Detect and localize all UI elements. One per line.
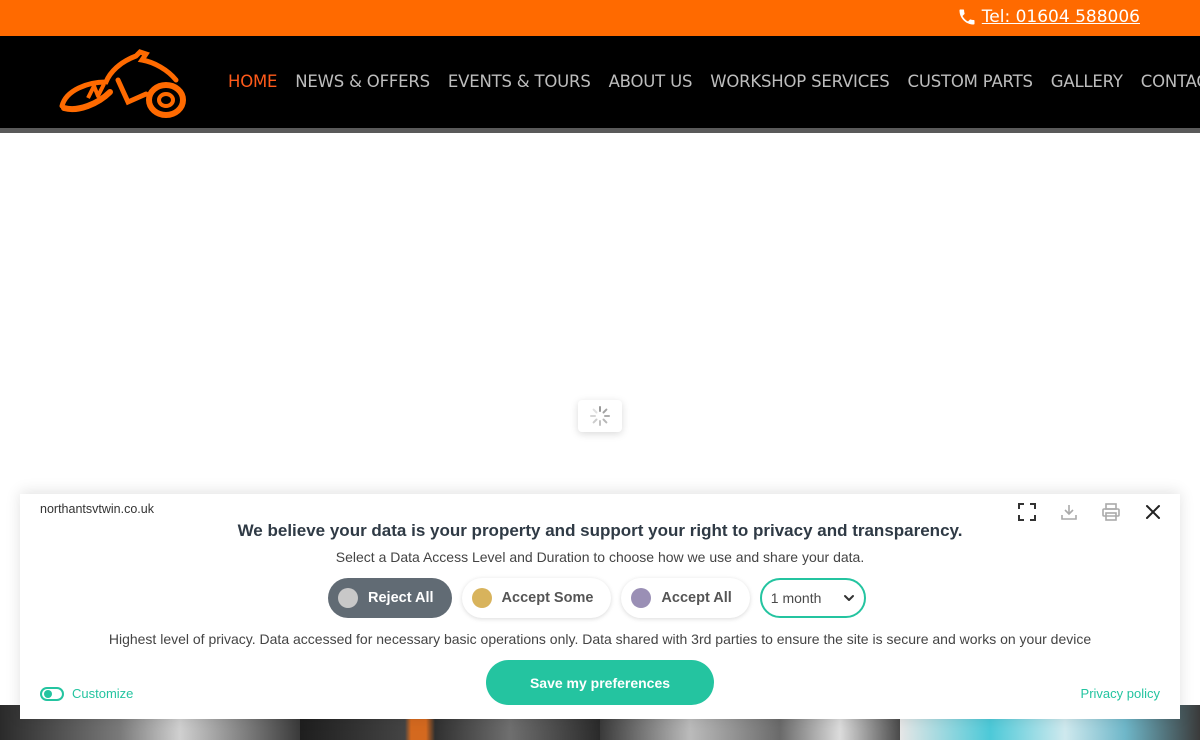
customize-toggle[interactable]: Customize — [40, 686, 133, 701]
accept-all-label: Accept All — [661, 590, 732, 606]
top-bar: Tel: 01604 588006 — [0, 0, 1200, 36]
accept-some-label: Accept Some — [501, 590, 594, 606]
phone-label: Tel: 01604 588006 — [981, 7, 1140, 27]
header-divider — [0, 128, 1200, 133]
print-icon[interactable] — [1100, 501, 1122, 523]
accept-all-button[interactable]: Accept All — [621, 578, 750, 618]
close-icon[interactable] — [1142, 501, 1164, 523]
reject-all-dot — [338, 588, 358, 608]
nav-item-events-tours[interactable]: EVENTS & TOURS — [448, 72, 591, 91]
nav-item-contact-us[interactable]: CONTACT US — [1141, 72, 1200, 91]
privacy-consent-dialog: northantsvtwin.co.uk We believe your dat… — [20, 494, 1180, 719]
toggle-icon — [40, 686, 64, 701]
site-domain: northantsvtwin.co.uk — [40, 502, 154, 516]
download-icon[interactable] — [1058, 501, 1080, 523]
privacy-policy-link[interactable]: Privacy policy — [1081, 686, 1160, 701]
spinner-icon — [590, 406, 610, 426]
save-preferences-button[interactable]: Save my preferences — [486, 660, 714, 705]
accept-all-dot — [631, 588, 652, 608]
access-level-options: Reject All Accept Some Accept All 1 mont… — [328, 578, 866, 618]
privacy-subline: Select a Data Access Level and Duration … — [335, 549, 865, 565]
nav-item-news-offers[interactable]: NEWS & OFFERS — [295, 72, 430, 91]
fullscreen-icon[interactable] — [1016, 501, 1038, 523]
site-header: HOME NEWS & OFFERS EVENTS & TOURS ABOUT … — [0, 36, 1200, 128]
reject-all-label: Reject All — [368, 590, 434, 606]
dialog-toolbar — [1016, 501, 1164, 523]
duration-value: 1 month — [770, 590, 822, 606]
reject-all-button[interactable]: Reject All — [328, 578, 452, 618]
accept-some-dot — [471, 588, 492, 608]
phone-icon — [959, 9, 975, 25]
chevron-down-icon — [843, 595, 854, 601]
nav-item-home[interactable]: HOME — [228, 72, 277, 91]
nav-item-custom-parts[interactable]: CUSTOM PARTS — [908, 72, 1033, 91]
nav-item-workshop-services[interactable]: WORKSHOP SERVICES — [710, 72, 889, 91]
phone-link[interactable]: Tel: 01604 588006 — [957, 7, 1140, 27]
loading-spinner — [578, 400, 622, 432]
privacy-headline: We believe your data is your property an… — [237, 521, 963, 540]
nav-item-gallery[interactable]: GALLERY — [1051, 72, 1123, 91]
main-nav: HOME NEWS & OFFERS EVENTS & TOURS ABOUT … — [228, 72, 1200, 91]
accept-some-button[interactable]: Accept Some — [461, 578, 612, 618]
site-logo[interactable] — [58, 42, 188, 122]
duration-select[interactable]: 1 month — [759, 578, 866, 618]
access-level-description: Highest level of privacy. Data accessed … — [108, 631, 1092, 647]
nav-item-about-us[interactable]: ABOUT US — [609, 72, 693, 91]
customize-label: Customize — [72, 686, 134, 701]
